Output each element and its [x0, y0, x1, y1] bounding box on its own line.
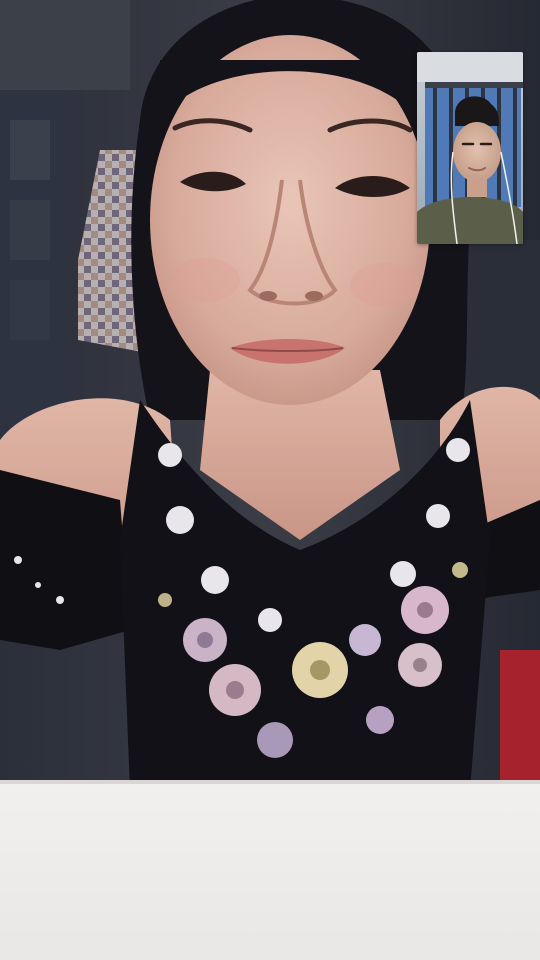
self-preview-video[interactable]: [417, 52, 523, 244]
self-preview-image: [417, 52, 523, 244]
